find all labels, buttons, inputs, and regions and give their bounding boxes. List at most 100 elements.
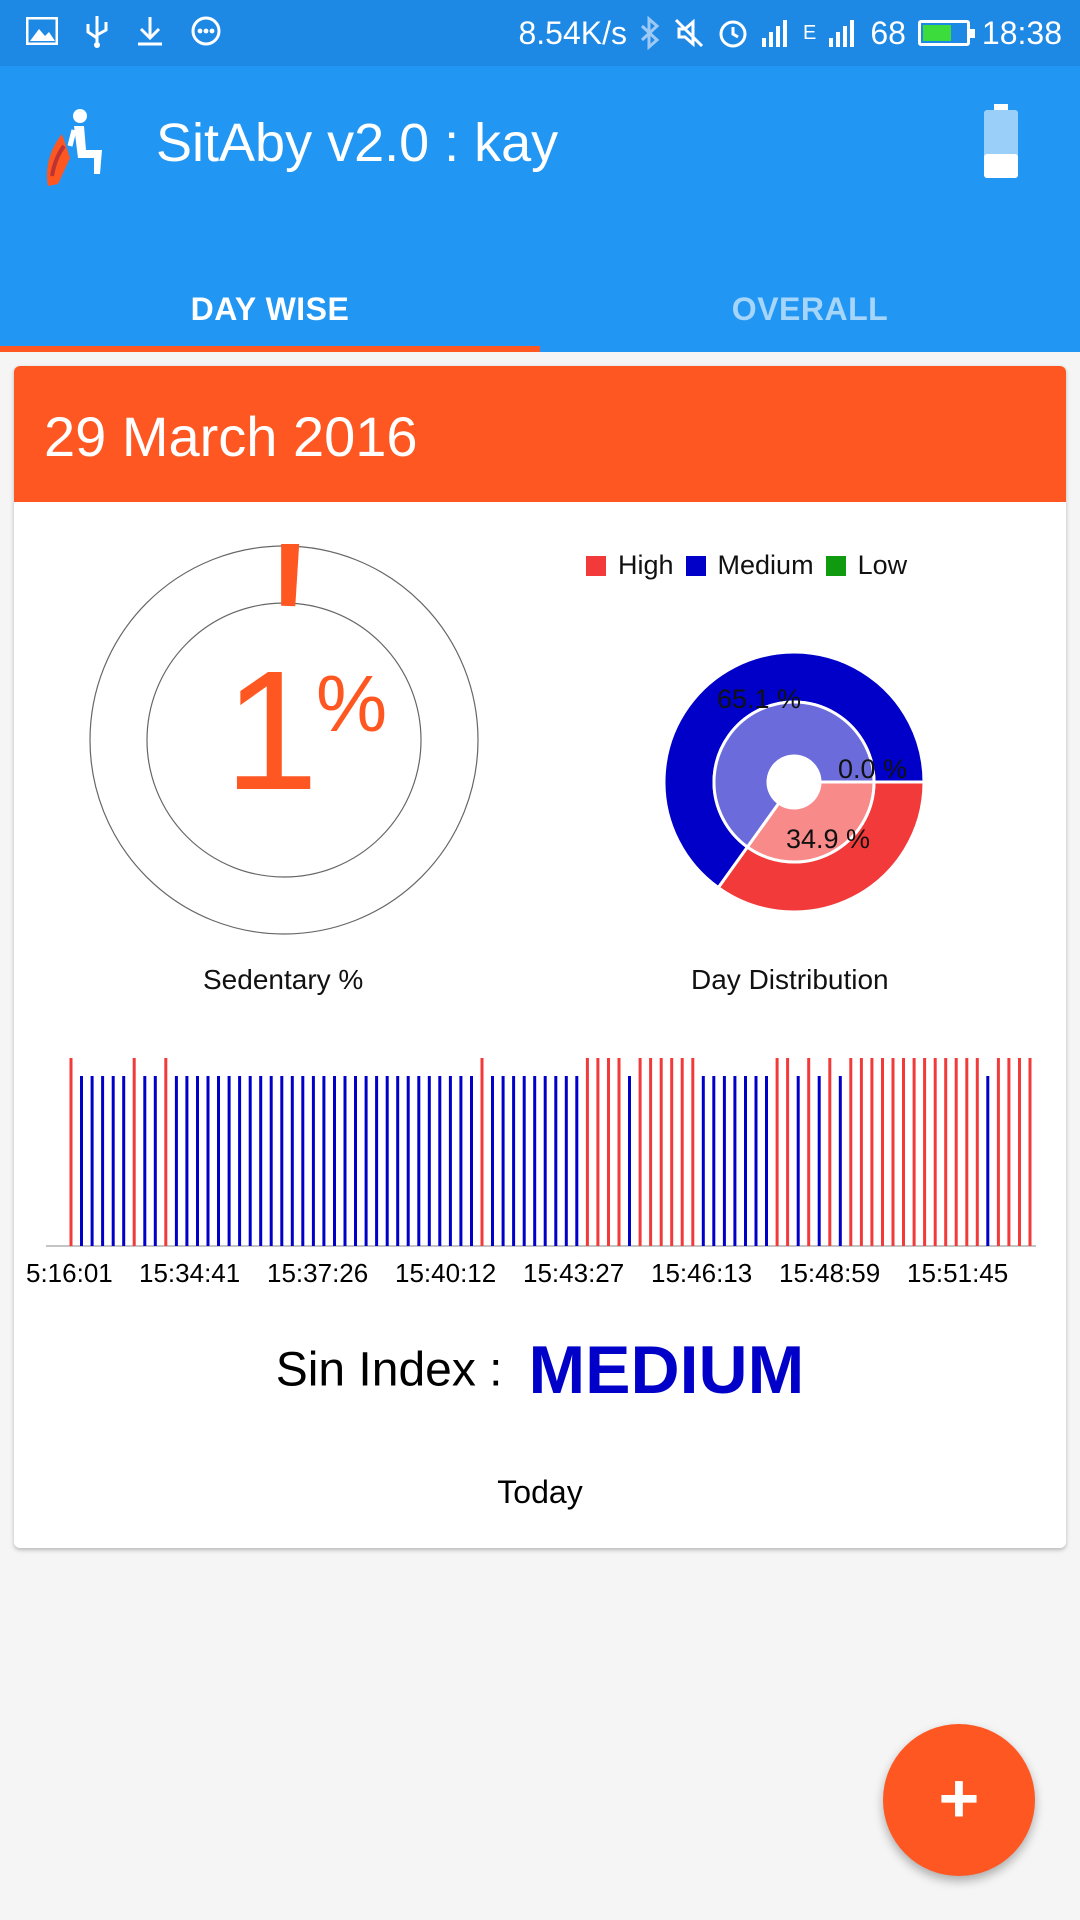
battery-icon[interactable] [982, 104, 1020, 178]
timeline-bar-medium [406, 1076, 410, 1246]
status-bar: 8.54K/s E 68 18:38 [0, 0, 1080, 66]
legend-label-low: Low [857, 550, 908, 580]
sin-index-label: Sin Index : [275, 1343, 503, 1397]
timeline-bar-medium [311, 1076, 315, 1246]
timeline-bar-medium [206, 1076, 210, 1246]
sin-index-value: MEDIUM [528, 1332, 805, 1408]
timeline-bar-high [870, 1058, 874, 1246]
image-icon [26, 17, 58, 45]
timeline-bar-medium [986, 1076, 990, 1246]
timeline-bar-high [944, 1058, 948, 1246]
timeline-bar-high [849, 1058, 853, 1246]
distribution-caption: Day Distribution [691, 964, 889, 995]
timeline-bar-medium [838, 1076, 842, 1246]
timeline-bar-medium [364, 1076, 368, 1246]
download-icon [138, 17, 162, 46]
tab-day-wise[interactable]: DAY WISE [0, 266, 540, 352]
timeline-bar-medium [333, 1076, 336, 1246]
x-tick-label: 15:40:12 [395, 1258, 497, 1288]
timeline-bar-high [965, 1058, 969, 1246]
timeline-bar-medium [491, 1076, 494, 1246]
battery-level: 68 [870, 15, 906, 51]
timeline-bar-medium [417, 1076, 421, 1246]
timeline-bar-medium [733, 1076, 737, 1246]
mute-icon [674, 18, 704, 48]
signal-icon [829, 20, 855, 47]
sedentary-caption: Sedentary % [203, 964, 364, 995]
timeline-bar-high [1007, 1058, 1011, 1246]
gauge-progress-arc [281, 544, 300, 607]
timeline-bar-medium [101, 1076, 105, 1246]
legend-label-high: High [618, 550, 674, 580]
clock: 18:38 [981, 15, 1062, 51]
timeline-bar-medium [438, 1076, 442, 1246]
timeline-bar-high [996, 1058, 1000, 1246]
timeline-bar-medium [448, 1076, 452, 1246]
sitting-person-logo-icon [46, 109, 102, 186]
pie-label-low: 0.0 % [838, 754, 908, 784]
timeline-bar-medium [301, 1076, 305, 1246]
timeline-bar-high [923, 1058, 927, 1246]
timeline-bar-medium [459, 1076, 463, 1246]
net-speed: 8.54K/s [518, 15, 627, 51]
timeline-bar-medium [196, 1076, 199, 1246]
timeline-bar-medium [375, 1076, 379, 1246]
timeline-bar-medium [354, 1076, 357, 1246]
signal-icon [761, 20, 787, 47]
legend-swatch-medium [685, 555, 706, 576]
pie-label-high: 34.9 % [786, 824, 871, 854]
activity-timeline-chart [46, 1058, 1036, 1247]
bluetooth-icon [640, 16, 660, 50]
timeline-bar-high [132, 1058, 136, 1246]
timeline-bar-medium [543, 1076, 547, 1246]
timeline-bar-medium [628, 1076, 631, 1246]
legend-label-medium: Medium [717, 550, 814, 580]
timeline-bar-medium [712, 1076, 716, 1246]
timeline-bar-medium [722, 1076, 726, 1246]
card-header: 29 March 2016 [14, 366, 1066, 502]
sedentary-value: 1 [224, 636, 319, 826]
sin-index: Sin Index : MEDIUM [14, 1331, 1066, 1409]
timeline-bar-medium [522, 1076, 526, 1246]
timeline-bar-medium [122, 1076, 126, 1246]
timeline-bar-high [164, 1058, 168, 1246]
timeline-bar-high [828, 1058, 832, 1246]
timeline-bar-high [69, 1058, 73, 1246]
timeline-bar-high [954, 1058, 958, 1246]
tab-overall[interactable]: OVERALL [540, 266, 1080, 352]
timeline-bar-medium [259, 1076, 263, 1246]
timeline-bar-medium [501, 1076, 505, 1246]
legend-swatch-low [825, 555, 846, 576]
add-button[interactable]: + [883, 1724, 1035, 1876]
timeline-bar-high [807, 1058, 811, 1246]
timeline-bar-medium [238, 1076, 242, 1246]
timeline-bar-medium [322, 1076, 326, 1246]
timeline-bar-medium [227, 1076, 231, 1246]
timeline-bar-high [933, 1058, 937, 1246]
timeline-bar-high [859, 1058, 863, 1246]
x-tick-label: 5:16:01 [26, 1258, 113, 1288]
timeline-bar-medium [564, 1076, 568, 1246]
timeline-bar-high [680, 1058, 684, 1246]
timeline-bar-medium [575, 1076, 579, 1246]
timeline-bar-high [585, 1058, 589, 1246]
app-title: SitAby v2.0 : kay [156, 113, 559, 173]
timeline-bar-medium [427, 1076, 431, 1246]
timeline-bar-medium [280, 1076, 284, 1246]
timeline-bar-medium [174, 1076, 178, 1246]
timeline-bar-high [659, 1058, 663, 1246]
battery-fill [922, 25, 952, 41]
timeline-bar-medium [111, 1076, 115, 1246]
timeline-bar-medium [217, 1076, 220, 1246]
timeline-bar-high [902, 1058, 905, 1246]
app-bar: SitAby v2.0 : kay DAY WISE OVERALL [0, 66, 1080, 352]
timeline-bar-medium [90, 1076, 94, 1246]
timeline-bar-high [649, 1058, 653, 1246]
timeline-bar-medium [290, 1076, 294, 1246]
status-bar-right: 8.54K/s E 68 18:38 [518, 10, 1062, 56]
timeline-bar-medium [153, 1076, 157, 1246]
timeline-bar-medium [80, 1076, 83, 1246]
x-tick-label: 15:37:26 [267, 1258, 369, 1288]
period-label: Today [497, 1474, 583, 1510]
timeline-bar-high [691, 1058, 695, 1246]
